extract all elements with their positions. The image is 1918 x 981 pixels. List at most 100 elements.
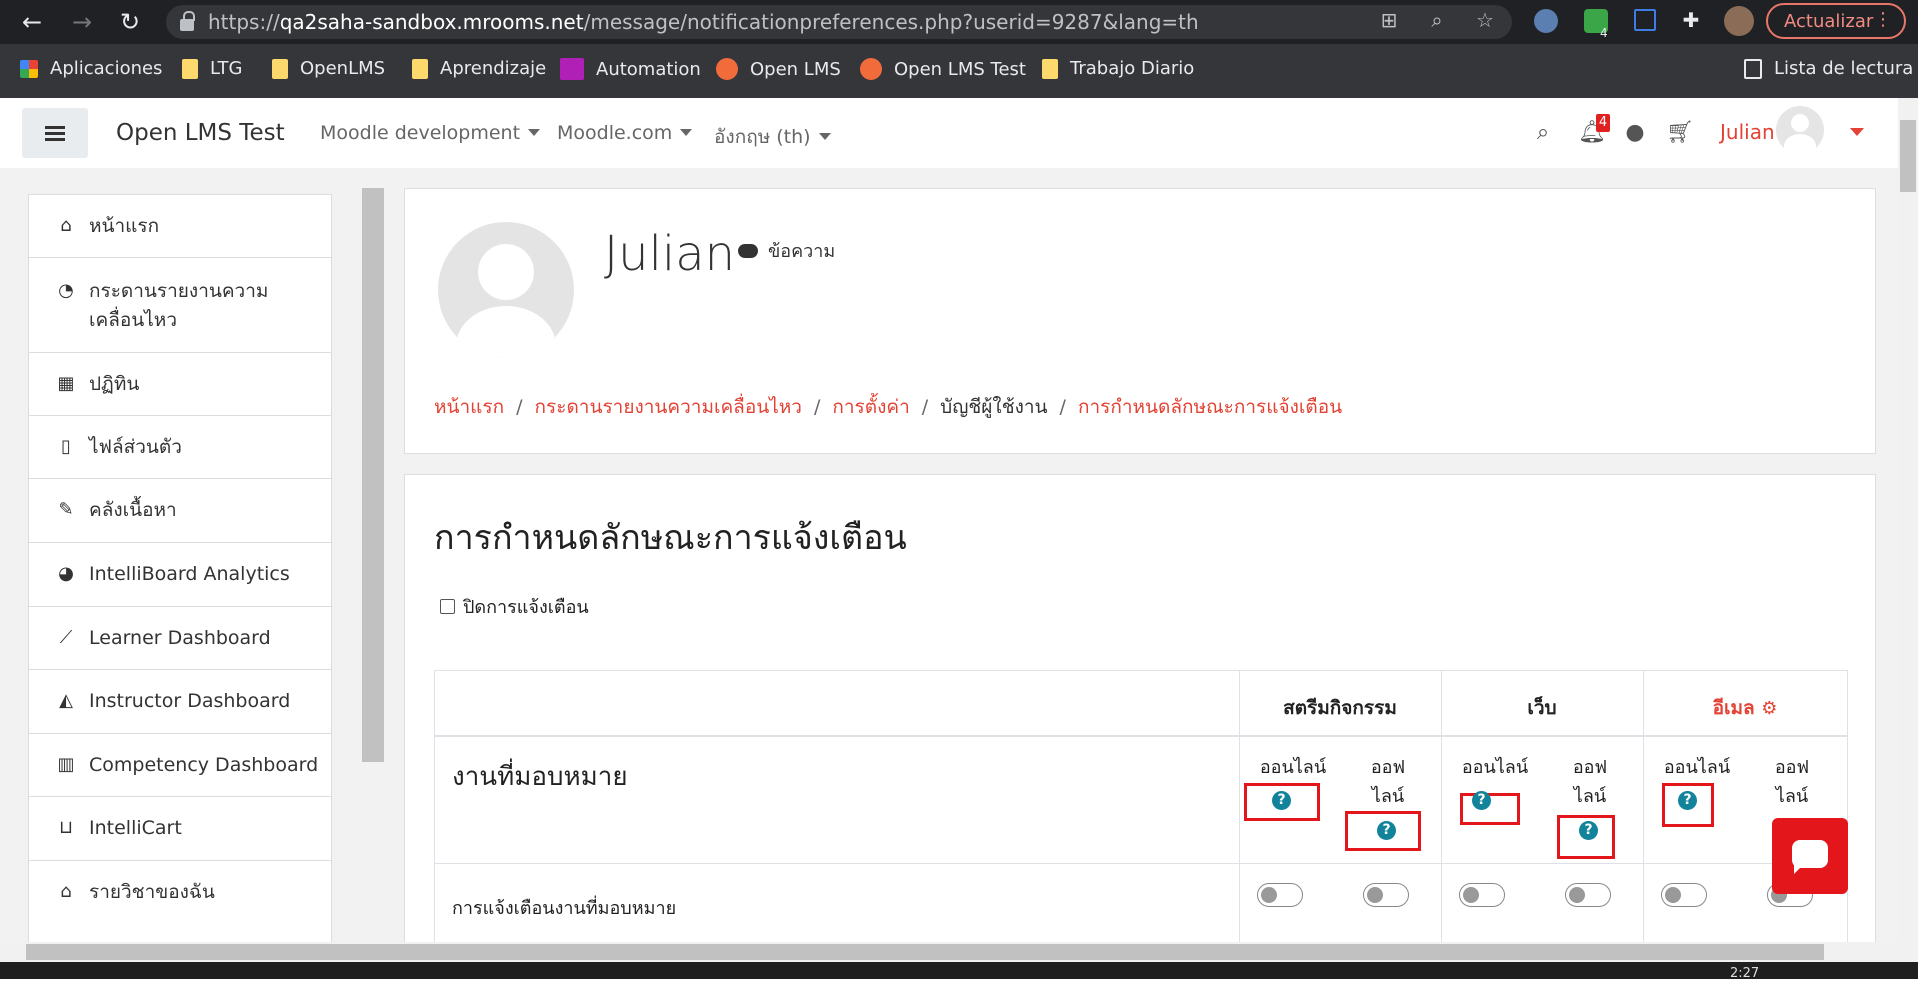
- reading-list[interactable]: Lista de lectura: [1744, 58, 1913, 79]
- drawer-item-label: IntelliCart: [89, 817, 182, 839]
- search-icon[interactable]: ⌕: [1530, 120, 1556, 146]
- bookmark-trabajo-diario[interactable]: Trabajo Diario: [1042, 58, 1194, 79]
- menu-language[interactable]: อังกฤษ (th): [714, 122, 831, 152]
- message-link[interactable]: ข้อความ: [738, 236, 835, 265]
- disable-notifications-checkbox[interactable]: ปิดการแจ้งเตือน: [440, 592, 589, 621]
- help-icon[interactable]: ?: [1678, 791, 1697, 810]
- page-vertical-scrollbar-thumb[interactable]: [1900, 120, 1916, 192]
- offline-label-line2: ไลน์: [1371, 786, 1405, 807]
- table-divider: [435, 863, 1847, 864]
- bookmark-open-lms[interactable]: Open LMS: [716, 58, 841, 80]
- disable-notifications-label: ปิดการแจ้งเตือน: [463, 597, 589, 618]
- comment-icon: [738, 243, 758, 258]
- checkbox[interactable]: [440, 599, 455, 614]
- help-icon[interactable]: ?: [1377, 821, 1396, 840]
- drawer-scrollbar-thumb[interactable]: [362, 188, 384, 762]
- toggle-web-online[interactable]: [1459, 883, 1505, 907]
- toggle-knob: [1463, 887, 1479, 903]
- cart-icon[interactable]: 🛒︎: [1666, 120, 1694, 146]
- drawer-item-intelliboard[interactable]: ◕ IntelliBoard Analytics: [28, 542, 332, 607]
- folder-icon: [272, 58, 288, 79]
- chat-button[interactable]: [1772, 818, 1848, 894]
- star-icon[interactable]: ☆: [1474, 8, 1496, 32]
- drawer-item-instructor-dashboard[interactable]: ◭ Instructor Dashboard: [28, 669, 332, 734]
- toggle-knob: [1261, 887, 1277, 903]
- forward-icon[interactable]: →: [68, 8, 96, 36]
- chat-bubble-icon[interactable]: ●: [1622, 120, 1648, 146]
- menu-moodle-com[interactable]: Moodle.com: [557, 122, 693, 144]
- cart-icon: ⊔: [58, 817, 74, 838]
- extension-icon[interactable]: [1534, 9, 1558, 33]
- bookmark-label: Automation: [596, 58, 701, 80]
- breadcrumb-settings[interactable]: การตั้งค่า: [832, 396, 909, 418]
- address-bar[interactable]: https://qa2saha-sandbox.mrooms.net/messa…: [166, 5, 1512, 39]
- column-header-email[interactable]: อีเมล ⚙: [1643, 693, 1847, 723]
- drawer-toggle-button[interactable]: [22, 108, 88, 158]
- breadcrumb-home[interactable]: หน้าแรก: [434, 396, 504, 418]
- gear-icon[interactable]: ⚙: [1761, 698, 1777, 719]
- user-menu-name[interactable]: Julian: [1720, 120, 1775, 144]
- back-icon[interactable]: ←: [18, 8, 46, 36]
- offline-label-line1: ออฟ: [1572, 757, 1608, 778]
- help-icon[interactable]: ?: [1272, 791, 1291, 810]
- drawer-item-home[interactable]: ⌂ หน้าแรก: [28, 194, 332, 258]
- drawer-item-label: รายวิชาของฉัน: [89, 881, 215, 903]
- breadcrumb: หน้าแรก / กระดานรายงานความเคลื่อนไหว / การตั…: [434, 392, 1342, 422]
- breadcrumb-separator: /: [1059, 396, 1066, 418]
- table-divider: [435, 735, 1847, 737]
- translate-icon[interactable]: ⊞: [1378, 8, 1400, 32]
- bookmark-apps[interactable]: Aplicaciones: [20, 58, 162, 79]
- bookmark-openlms[interactable]: OpenLMS: [272, 58, 385, 79]
- more-vert-icon[interactable]: ⋮: [1874, 9, 1892, 30]
- update-button[interactable]: Actualizar ⋮: [1766, 3, 1906, 39]
- drawer-item-my-courses[interactable]: ⌂ รายวิชาของฉัน: [28, 860, 332, 942]
- drawer-item-private-files[interactable]: ▯ ไฟล์ส่วนตัว: [28, 415, 332, 479]
- help-icon[interactable]: ?: [1579, 821, 1598, 840]
- page-vertical-scrollbar[interactable]: [1898, 98, 1918, 942]
- openlms-icon: [716, 58, 738, 80]
- toggle-activity-offline[interactable]: [1363, 883, 1409, 907]
- avatar[interactable]: [1776, 106, 1824, 154]
- url-path: /message/notificationpreferences.php?use…: [583, 10, 1199, 34]
- toggle-activity-online[interactable]: [1257, 883, 1303, 907]
- bookmark-aprendizaje[interactable]: Aprendizaje: [412, 58, 546, 79]
- reading-list-icon: [1744, 58, 1762, 79]
- menu-label: อังกฤษ (th): [714, 126, 811, 148]
- toggle-web-offline[interactable]: [1565, 883, 1611, 907]
- page-horizontal-scrollbar-thumb[interactable]: [26, 944, 1824, 960]
- drawer-item-learner-dashboard[interactable]: ⟋ Learner Dashboard: [28, 606, 332, 670]
- bookmark-label: Trabajo Diario: [1070, 58, 1195, 79]
- graduation-cap-icon: ⌂: [60, 881, 72, 902]
- drawer-item-label: Competency Dashboard: [89, 754, 319, 776]
- bookmark-open-lms-test[interactable]: Open LMS Test: [860, 58, 1026, 80]
- profile-avatar-icon[interactable]: [1724, 6, 1754, 36]
- caret-down-icon[interactable]: [1850, 128, 1864, 136]
- drawer-item-label: Instructor Dashboard: [89, 690, 291, 712]
- toggle-email-online[interactable]: [1661, 883, 1707, 907]
- breadcrumb-separator: /: [813, 396, 821, 418]
- os-taskbar: [0, 962, 1918, 979]
- drawer-item-calendar[interactable]: ▦ ปฏิทิน: [28, 352, 332, 416]
- zoom-icon[interactable]: ⌕: [1426, 8, 1448, 32]
- notification-badge: 4: [1596, 114, 1610, 132]
- site-name[interactable]: Open LMS Test: [116, 120, 285, 146]
- drawer-item-content-bank[interactable]: ✎ คลังเนื้อหา: [28, 478, 332, 543]
- help-icon[interactable]: ?: [1472, 791, 1491, 810]
- drawer-item-dashboard[interactable]: ◔ กระดานรายงานความเคลื่อนไหว: [28, 257, 332, 353]
- reload-icon[interactable]: ↻: [116, 8, 144, 36]
- site-navbar: Open LMS Test Moodle development Moodle.…: [0, 98, 1898, 168]
- message-label: ข้อความ: [768, 241, 836, 262]
- breadcrumb-notification-preferences[interactable]: การกำหนดลักษณะการแจ้งเตือน: [1078, 396, 1342, 418]
- bookmark-automation[interactable]: Automation: [560, 58, 701, 80]
- breadcrumb-account: บัญชีผู้ใช้งาน: [940, 396, 1048, 418]
- row-label-assignment-notifications: การแจ้งเตือนงานที่มอบหมาย: [452, 898, 677, 919]
- nav-drawer: ⌂ หน้าแรก ◔ กระดานรายงานความเคลื่อนไหว ▦…: [28, 194, 332, 942]
- puzzle-icon[interactable]: ✚: [1680, 8, 1702, 32]
- drawer-item-intellicart[interactable]: ⊔ IntelliCart: [28, 796, 332, 861]
- bookmark-ltg[interactable]: LTG: [182, 58, 243, 79]
- drawer-item-competency-dashboard[interactable]: ▥ Competency Dashboard: [28, 733, 332, 797]
- breadcrumb-dashboard[interactable]: กระดานรายงานความเคลื่อนไหว: [535, 396, 802, 418]
- menu-moodle-development[interactable]: Moodle development: [320, 122, 541, 144]
- triangle-extension-icon[interactable]: [1634, 9, 1656, 31]
- hamburger-icon: [45, 131, 65, 135]
